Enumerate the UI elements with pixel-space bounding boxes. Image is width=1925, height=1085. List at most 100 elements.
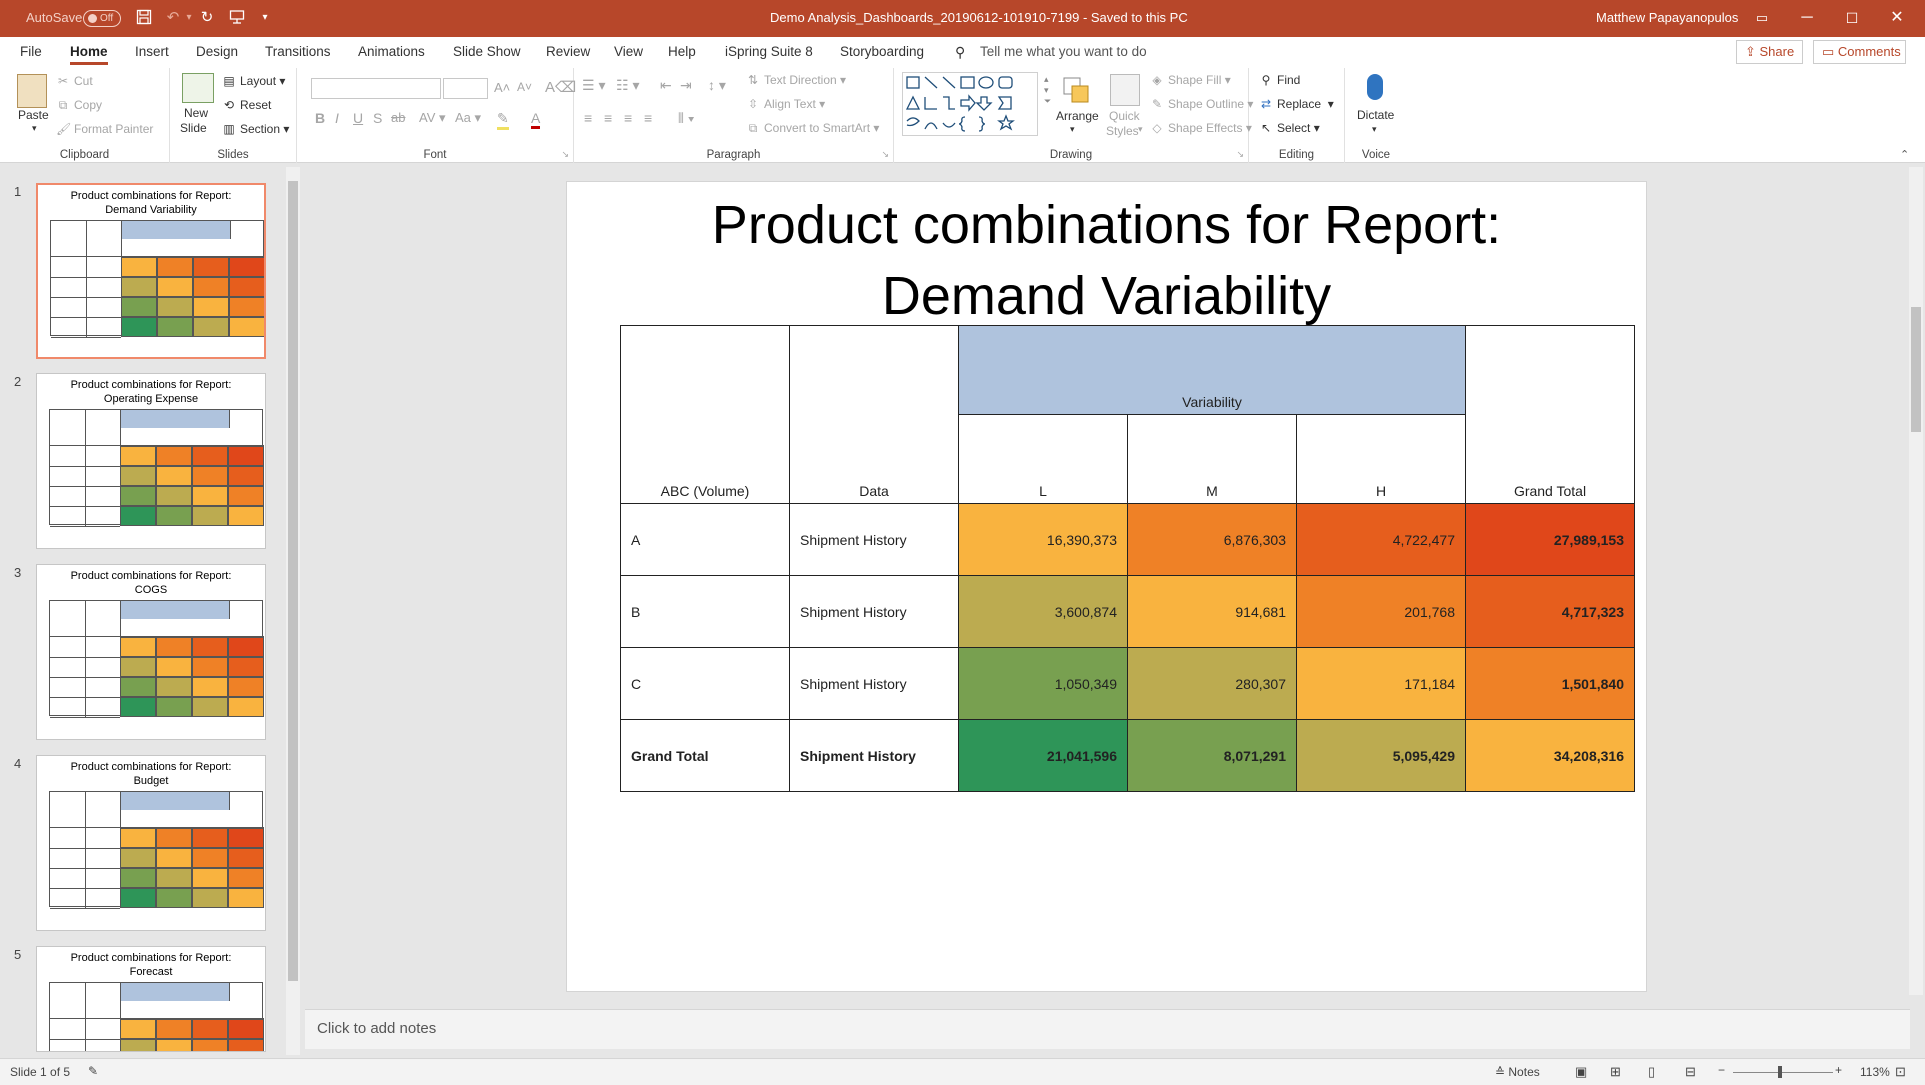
redo-icon[interactable]: ↻ — [198, 9, 216, 27]
normal-view-icon[interactable]: ▣ — [1575, 1064, 1587, 1080]
cell-h[interactable]: 4,722,477 — [1296, 503, 1466, 576]
arrange-dropdown-icon[interactable]: ▾ — [1070, 124, 1075, 135]
notes-pane[interactable]: Click to add notes — [305, 1009, 1910, 1049]
increase-font-icon[interactable]: A˄ — [494, 80, 510, 95]
replace-button[interactable]: ⇄ Replace ▾ — [1259, 97, 1334, 111]
shapes-scroll-icon[interactable]: ▴ ▾ ⏷ — [1044, 74, 1051, 107]
quick-styles-label-2[interactable]: Styles — [1106, 124, 1139, 138]
arrange-button[interactable]: Arrange — [1056, 109, 1099, 123]
comments-button[interactable]: ▭ Comments — [1813, 40, 1906, 64]
copy-button[interactable]: ⧉ Copy — [56, 98, 102, 113]
undo-dropdown-icon[interactable]: ▾ — [180, 9, 198, 27]
drawing-dialog-launcher-icon[interactable]: ↘ — [1236, 149, 1244, 160]
cell-l[interactable]: 16,390,373 — [958, 503, 1128, 576]
font-color-icon[interactable]: A — [531, 110, 541, 129]
tab-transitions[interactable]: Transitions — [265, 44, 331, 59]
bullets-icon[interactable]: ☰ ▾ — [582, 77, 605, 94]
slide-canvas[interactable]: Product combinations for Report: Demand … — [566, 181, 1647, 992]
find-button[interactable]: ⚲ Find — [1259, 73, 1301, 87]
quick-styles-icon[interactable] — [1110, 74, 1140, 106]
align-right-icon[interactable]: ≡ — [624, 110, 632, 126]
strikethrough-icon[interactable]: ab — [391, 110, 405, 125]
row-data-cell[interactable]: Shipment History — [789, 647, 959, 720]
slide-thumbnail-4[interactable]: Product combinations for Report: Budget — [36, 755, 266, 931]
shape-effects-button[interactable]: ◇ Shape Effects ▾ — [1150, 121, 1251, 135]
thumbnail-scroll-thumb[interactable] — [288, 181, 298, 981]
format-painter-button[interactable]: 🖌 Format Painter — [56, 122, 153, 136]
paste-icon[interactable] — [17, 74, 47, 108]
shapes-gallery[interactable] — [902, 72, 1038, 136]
slideshow-view-icon[interactable]: ⊟ — [1685, 1064, 1696, 1080]
numbering-icon[interactable]: ☷ ▾ — [616, 77, 639, 94]
underline-icon[interactable]: U — [353, 110, 363, 126]
arrange-icon[interactable] — [1062, 76, 1092, 106]
dictate-button[interactable]: Dictate — [1357, 108, 1394, 122]
line-spacing-icon[interactable]: ↕ ▾ — [708, 77, 726, 94]
cell-grand-total[interactable]: 1,501,840 — [1465, 647, 1635, 720]
text-direction-button[interactable]: ⇅ Text Direction ▾ — [746, 73, 846, 87]
cell-m[interactable]: 6,876,303 — [1127, 503, 1297, 576]
italic-icon[interactable]: I — [335, 110, 339, 126]
zoom-level[interactable]: 113% — [1860, 1065, 1890, 1079]
align-left-icon[interactable]: ≡ — [584, 110, 592, 126]
tab-home[interactable]: Home — [70, 44, 108, 65]
slide-sorter-icon[interactable]: ⊞ — [1610, 1064, 1621, 1080]
tab-help[interactable]: Help — [668, 44, 696, 59]
shadow-icon[interactable]: S — [373, 110, 382, 126]
slide-counter[interactable]: Slide 1 of 5 — [10, 1065, 70, 1079]
row-abc-cell[interactable]: B — [620, 575, 790, 648]
slide-thumbnail-5[interactable]: Product combinations for Report: Forecast — [36, 946, 266, 1052]
cell-grand-total[interactable]: 4,717,323 — [1465, 575, 1635, 648]
slide-thumbnail-pane[interactable]: 1 Product combinations for Report: Demand … — [0, 163, 300, 1058]
slide-thumbnail-1[interactable]: Product combinations for Report: Demand V… — [36, 183, 266, 359]
present-icon[interactable] — [228, 9, 246, 27]
row-data-cell[interactable]: Shipment History — [789, 575, 959, 648]
slide-scrollbar[interactable] — [1909, 167, 1923, 995]
row-abc-cell[interactable]: C — [620, 647, 790, 720]
align-center-icon[interactable]: ≡ — [604, 110, 612, 126]
cell-l[interactable]: 1,050,349 — [958, 647, 1128, 720]
convert-smartart-button[interactable]: ⧉ Convert to SmartArt ▾ — [746, 121, 880, 136]
font-family-combo[interactable] — [311, 78, 441, 99]
zoom-slider-thumb[interactable] — [1778, 1066, 1782, 1078]
decrease-indent-icon[interactable]: ⇤ — [660, 77, 672, 94]
row-data-cell[interactable]: Shipment History — [789, 503, 959, 576]
new-slide-icon[interactable] — [182, 73, 214, 103]
cell-grand-total[interactable]: 34,208,316 — [1465, 719, 1635, 792]
cell-l[interactable]: 3,600,874 — [958, 575, 1128, 648]
close-button[interactable]: ✕ — [1880, 6, 1914, 30]
quick-styles-label-1[interactable]: Quick — [1109, 109, 1140, 123]
fit-slide-icon[interactable]: ⊡ — [1895, 1064, 1906, 1080]
row-abc-cell[interactable]: Grand Total — [620, 719, 790, 792]
increase-indent-icon[interactable]: ⇥ — [680, 77, 692, 94]
justify-icon[interactable]: ≡ — [644, 110, 652, 126]
bold-icon[interactable]: B — [315, 110, 325, 126]
clear-formatting-icon[interactable]: A⌫ — [545, 78, 576, 96]
cell-m[interactable]: 8,071,291 — [1127, 719, 1297, 792]
ribbon-display-options-icon[interactable]: ▭ — [1745, 6, 1779, 30]
zoom-out-icon[interactable]: − — [1718, 1063, 1725, 1077]
notes-toggle[interactable]: ≙ Notes — [1495, 1065, 1540, 1079]
microphone-icon[interactable] — [1367, 74, 1383, 100]
cell-h[interactable]: 5,095,429 — [1296, 719, 1466, 792]
tab-ispring[interactable]: iSpring Suite 8 — [725, 44, 813, 59]
paste-dropdown-icon[interactable]: ▾ — [32, 123, 37, 134]
search-icon[interactable]: ⚲ — [955, 44, 965, 61]
pivot-table[interactable]: ABC (Volume) Data Variability Grand Tota… — [620, 325, 1635, 792]
collapse-ribbon-icon[interactable]: ⌃ — [1900, 148, 1909, 161]
slide-title[interactable]: Product combinations for Report: Demand … — [567, 190, 1646, 332]
shape-fill-button[interactable]: ◈ Shape Fill ▾ — [1150, 73, 1230, 87]
quick-styles-dropdown-icon[interactable]: ▾ — [1138, 124, 1143, 135]
share-button[interactable]: ⇪ Share — [1736, 40, 1804, 64]
row-abc-cell[interactable]: A — [620, 503, 790, 576]
paragraph-dialog-launcher-icon[interactable]: ↘ — [881, 149, 889, 160]
font-size-combo[interactable] — [443, 78, 488, 99]
thumbnail-scrollbar[interactable] — [286, 167, 300, 1055]
minimize-button[interactable]: ─ — [1790, 6, 1824, 30]
proofing-icon[interactable]: ✎ — [88, 1064, 98, 1078]
customize-toolbar-icon[interactable]: ▾ — [256, 9, 274, 27]
dictate-dropdown-icon[interactable]: ▾ — [1372, 124, 1377, 135]
save-icon[interactable] — [135, 9, 153, 27]
reading-view-icon[interactable]: ▯ — [1648, 1064, 1655, 1080]
cell-h[interactable]: 201,768 — [1296, 575, 1466, 648]
